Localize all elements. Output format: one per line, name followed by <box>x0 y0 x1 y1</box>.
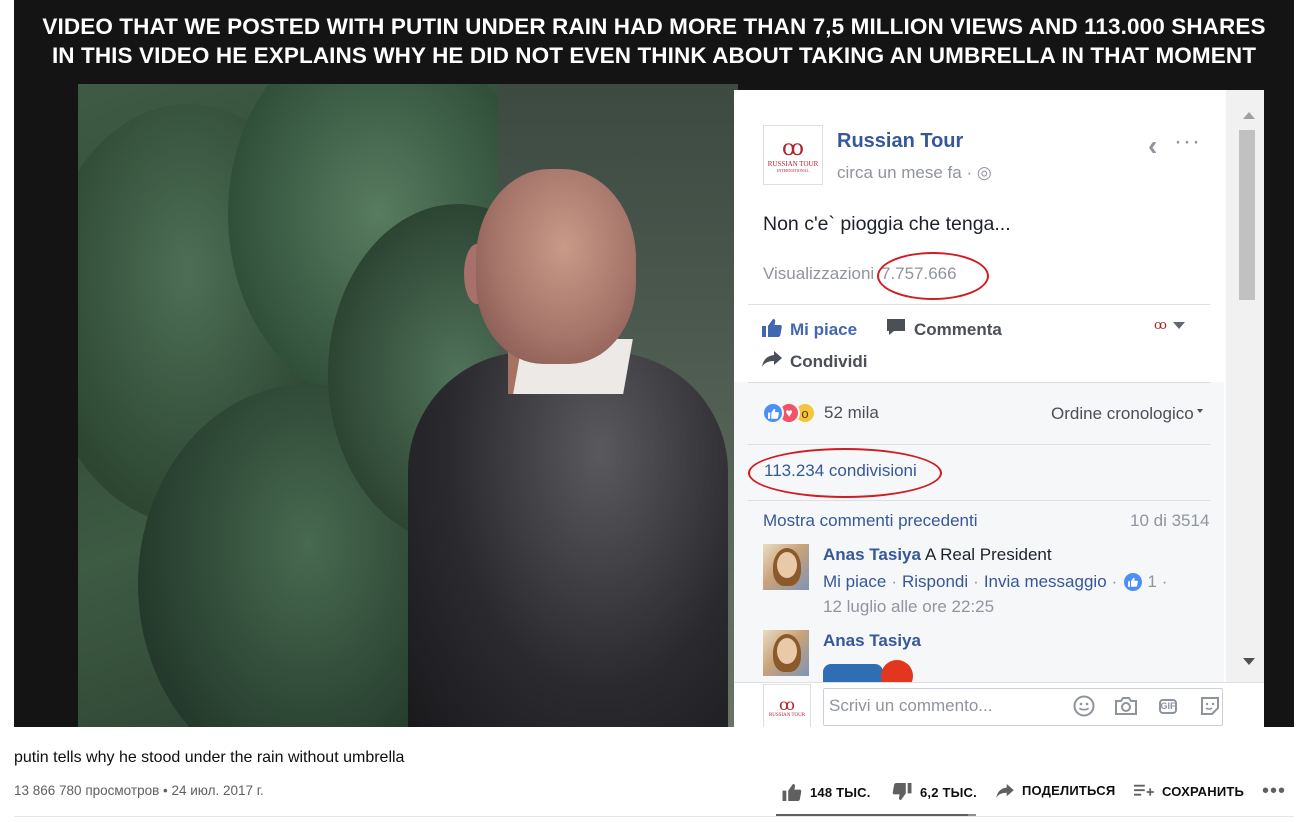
page-identity-selector[interactable]: ꝏ <box>1154 318 1185 333</box>
reactions-count: 52 mila <box>824 403 879 422</box>
like-bubble-icon <box>1124 573 1143 591</box>
comment-author-link[interactable]: Anas Tasiya A Real President <box>823 545 1052 565</box>
facebook-post-panel: ꝏ RUSSIAN TOUR INTERNATIONAL Russian Tou… <box>734 90 1264 727</box>
like-button[interactable]: 148 ТЫС. <box>782 783 871 801</box>
comment-text: A Real President <box>924 545 1052 564</box>
divider <box>748 304 1210 305</box>
divider <box>748 500 1210 501</box>
video-frame-scene <box>78 84 738 727</box>
share-button[interactable]: Condividi <box>762 351 867 372</box>
comment-button[interactable]: Commenta <box>886 318 1002 341</box>
video-player[interactable]: VIDEO THAT WE POSTED WITH PUTIN UNDER RA… <box>14 0 1294 727</box>
emoji-icon[interactable] <box>1072 694 1096 718</box>
comment-date[interactable]: 12 luglio alle ore 22:25 <box>823 597 994 617</box>
caption-line-1: VIDEO THAT WE POSTED WITH PUTIN UNDER RA… <box>42 14 1266 39</box>
views-label: Visualizzazioni <box>763 264 875 283</box>
divider <box>14 816 1294 817</box>
scrollbar-thumb[interactable] <box>1239 130 1255 300</box>
comment-input-placeholder: Scrivi un commento... <box>829 696 993 715</box>
save-to-playlist-button[interactable]: СОХРАНИТЬ <box>1134 783 1244 799</box>
thumbs-down-icon <box>892 783 912 801</box>
caret-down-icon <box>1173 322 1185 329</box>
page-name-link[interactable]: Russian Tour <box>837 130 963 153</box>
show-previous-comments-link[interactable]: Mostra commenti precedenti <box>763 511 977 531</box>
scroll-down-icon[interactable] <box>1243 658 1255 665</box>
video-caption: VIDEO THAT WE POSTED WITH PUTIN UNDER RA… <box>14 12 1294 70</box>
share-arrow-icon <box>996 783 1014 798</box>
person-suit <box>408 352 728 727</box>
dislike-count: 6,2 ТЫС. <box>920 784 977 800</box>
comment-like-link[interactable]: Mi piace <box>823 572 886 592</box>
person-head <box>476 169 636 364</box>
comment-icon <box>886 318 906 341</box>
view-count-date: 13 866 780 просмотров • 24 июл. 2017 г. <box>14 783 264 798</box>
dislike-button[interactable]: 6,2 ТЫС. <box>892 783 977 801</box>
like-reaction-icon <box>762 402 784 424</box>
more-actions-icon[interactable]: ••• <box>1262 780 1286 803</box>
share-button[interactable]: ПОДЕЛИТЬСЯ <box>996 783 1115 798</box>
thumbs-up-icon <box>762 318 782 342</box>
video-title: putin tells why he stood under the rain … <box>14 749 405 766</box>
gif-icon[interactable]: GIF <box>1156 694 1180 718</box>
playlist-add-icon <box>1134 783 1154 799</box>
annotation-circle-views <box>877 252 989 300</box>
caret-down-icon <box>1196 409 1203 413</box>
caption-line-2: IN THIS VIDEO HE EXPLAINS WHY HE DID NOT… <box>51 43 1257 68</box>
comment-reply-link[interactable]: Rispondi <box>902 572 968 592</box>
comment-sticker-image <box>823 658 913 682</box>
page-logo-mini-icon: ꝏ <box>1154 318 1167 333</box>
avatar[interactable] <box>763 630 809 676</box>
scroll-up-icon[interactable] <box>1243 112 1255 119</box>
chevron-left-icon[interactable]: ‹ <box>1148 130 1157 162</box>
more-options-icon[interactable]: ··· <box>1174 128 1201 156</box>
avatar[interactable] <box>763 544 809 590</box>
comment-count: 10 di 3514 <box>1130 511 1210 530</box>
page-logo[interactable]: ꝏ RUSSIAN TOUR INTERNATIONAL <box>763 125 823 185</box>
comment-author-link[interactable]: Anas Tasiya <box>823 631 921 651</box>
post-timestamp[interactable]: circa un mese fa · ◎ <box>837 163 992 183</box>
divider <box>748 382 1210 383</box>
share-arrow-icon <box>762 351 782 372</box>
comment-actions: Mi piace · Rispondi · Invia messaggio · … <box>823 572 1168 592</box>
composer-page-avatar: ꝏ RUSSIAN TOUR <box>763 684 811 727</box>
camera-icon[interactable] <box>1114 694 1138 718</box>
like-count: 148 ТЫС. <box>810 784 871 800</box>
post-text: Non c'e` pioggia che tenga... <box>763 213 1011 235</box>
comment-order-dropdown[interactable]: Ordine cronologico <box>1051 404 1203 424</box>
send-message-link[interactable]: Invia messaggio <box>984 572 1107 592</box>
thumbs-up-icon <box>782 783 802 801</box>
reactions-summary[interactable]: ♥ o 52 mila <box>762 402 879 424</box>
sticker-icon[interactable] <box>1198 694 1222 718</box>
like-button[interactable]: Mi piace <box>762 318 857 342</box>
divider <box>748 444 1210 445</box>
annotation-circle-shares <box>748 448 942 498</box>
comment-like-count: 1 <box>1147 572 1157 591</box>
